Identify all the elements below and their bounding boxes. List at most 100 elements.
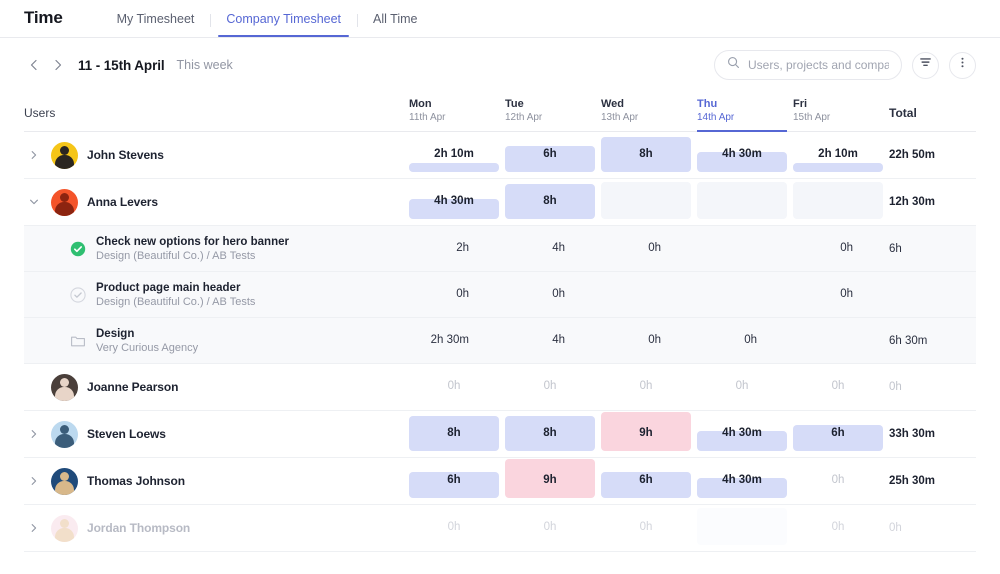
search-input[interactable] — [748, 58, 889, 72]
day-cell-tue[interactable]: 0h — [505, 364, 601, 410]
user-row[interactable]: Steven Loews8h8h9h4h 30m6h33h 30m — [24, 411, 976, 458]
day-cell-wed[interactable]: 0h — [601, 364, 697, 410]
filter-button[interactable] — [912, 52, 939, 79]
expand-row-chevron-icon[interactable] — [26, 428, 42, 440]
column-header-mon[interactable]: Mon11th Apr — [409, 97, 505, 131]
expand-row-chevron-icon[interactable] — [26, 522, 42, 534]
user-row[interactable]: Joanne Pearson0h0h0h0h0h0h — [24, 364, 976, 411]
day-cell-wed[interactable]: 0h — [601, 226, 697, 271]
hours-value: 0h — [601, 504, 697, 551]
user-cell[interactable]: Joanne Pearson — [24, 364, 409, 410]
tab-all-time[interactable]: All Time — [357, 12, 433, 37]
hours-value: 0h — [409, 504, 505, 551]
day-cell-fri[interactable]: 0h — [793, 458, 889, 504]
tab-my-timesheet[interactable]: My Timesheet — [101, 12, 211, 37]
day-cell-thu[interactable] — [697, 505, 793, 551]
column-header-tue[interactable]: Tue12th Apr — [505, 97, 601, 131]
day-cell-tue[interactable]: 8h — [505, 411, 601, 457]
check-circle-outline-icon[interactable] — [70, 287, 86, 303]
day-cell-mon[interactable]: 4h 30m — [409, 179, 505, 225]
day-cell-thu[interactable] — [697, 272, 793, 317]
user-row[interactable]: Thomas Johnson6h9h6h4h 30m0h25h 30m — [24, 458, 976, 505]
expand-row-chevron-icon[interactable] — [26, 475, 42, 487]
hours-value: 0h — [793, 271, 889, 317]
day-cell-wed[interactable]: 6h — [601, 458, 697, 504]
user-cell[interactable]: John Stevens — [24, 132, 409, 178]
avatar-body — [55, 155, 74, 169]
day-cell-mon[interactable]: 0h — [409, 505, 505, 551]
column-header-thu[interactable]: Thu14th Apr — [697, 97, 793, 131]
tab-company-timesheet[interactable]: Company Timesheet — [210, 12, 357, 37]
day-cell-fri[interactable]: 0h — [793, 364, 889, 410]
task-row[interactable]: Product page main headerDesign (Beautifu… — [24, 272, 976, 318]
day-cell-fri[interactable]: 0h — [793, 226, 889, 271]
day-cell-tue[interactable]: 4h — [505, 226, 601, 271]
user-cell[interactable]: Thomas Johnson — [24, 458, 409, 504]
task-cell[interactable]: Product page main headerDesign (Beautifu… — [24, 272, 409, 317]
hours-value: 6h — [409, 457, 505, 504]
user-cell[interactable]: Jordan Thompson — [24, 505, 409, 551]
day-cell-mon[interactable]: 2h 10m — [409, 132, 505, 178]
day-cell-wed[interactable]: 0h — [601, 505, 697, 551]
day-cell-mon[interactable]: 0h — [409, 364, 505, 410]
timesheet-table: UsersMon11th AprTue12th AprWed13th AprTh… — [0, 92, 1000, 552]
avatar — [51, 374, 78, 401]
search-box[interactable] — [714, 50, 902, 80]
column-header-wed[interactable]: Wed13th Apr — [601, 97, 697, 131]
day-cell-mon[interactable]: 6h — [409, 458, 505, 504]
next-week-button[interactable] — [48, 55, 68, 75]
day-cell-fri[interactable]: 2h 10m — [793, 132, 889, 178]
day-cell-tue[interactable]: 9h — [505, 458, 601, 504]
day-cell-wed[interactable] — [601, 272, 697, 317]
day-cell-thu[interactable]: 4h 30m — [697, 132, 793, 178]
day-cell-fri[interactable] — [793, 318, 889, 363]
check-circle-filled-icon[interactable] — [70, 241, 86, 257]
day-cell-tue[interactable]: 6h — [505, 132, 601, 178]
previous-week-button[interactable] — [24, 55, 44, 75]
day-cell-mon[interactable]: 2h 30m — [409, 318, 505, 363]
user-cell[interactable]: Steven Loews — [24, 411, 409, 457]
day-cell-thu[interactable]: 0h — [697, 364, 793, 410]
task-row[interactable]: DesignVery Curious Agency2h 30m4h0h0h6h … — [24, 318, 976, 364]
day-cell-thu[interactable] — [697, 226, 793, 271]
day-cell-wed[interactable] — [601, 179, 697, 225]
more-options-button[interactable] — [949, 52, 976, 79]
day-cell-thu[interactable]: 4h 30m — [697, 458, 793, 504]
task-cell[interactable]: DesignVery Curious Agency — [24, 318, 409, 363]
task-cell[interactable]: Check new options for hero banner Design … — [24, 226, 409, 271]
day-cell-tue[interactable]: 0h — [505, 505, 601, 551]
day-cell-tue[interactable]: 4h — [505, 318, 601, 363]
user-cell[interactable]: Anna Levers — [24, 179, 409, 225]
column-header-fri[interactable]: Fri15th Apr — [793, 97, 889, 131]
task-text: DesignVery Curious Agency — [96, 328, 198, 354]
user-row[interactable]: Anna Levers4h 30m8h12h 30m — [24, 179, 976, 226]
day-cell-tue[interactable]: 8h — [505, 179, 601, 225]
day-cell-fri[interactable]: 6h — [793, 411, 889, 457]
task-subtitle: Design (Beautiful Co.) / AB Tests — [96, 250, 289, 262]
hours-value: 8h — [409, 410, 505, 457]
day-cell-wed[interactable]: 9h — [601, 411, 697, 457]
day-cell-thu[interactable]: 0h — [697, 318, 793, 363]
day-cell-mon[interactable]: 8h — [409, 411, 505, 457]
hours-value: 2h 10m — [409, 131, 505, 178]
task-title: Design — [96, 328, 198, 340]
day-cell-fri[interactable]: 0h — [793, 272, 889, 317]
day-cell-mon[interactable]: 0h — [409, 272, 505, 317]
tab-list: My TimesheetCompany TimesheetAll Time — [101, 0, 434, 37]
day-cell-mon[interactable]: 2h — [409, 226, 505, 271]
collapse-row-chevron-icon[interactable] — [26, 196, 42, 208]
day-cell-fri[interactable] — [793, 179, 889, 225]
day-cell-wed[interactable]: 0h — [601, 318, 697, 363]
week-label: This week — [177, 58, 233, 72]
day-cell-fri[interactable]: 0h — [793, 505, 889, 551]
task-row[interactable]: Check new options for hero banner Design … — [24, 226, 976, 272]
expand-row-chevron-icon[interactable] — [26, 149, 42, 161]
day-cell-tue[interactable]: 0h — [505, 272, 601, 317]
user-row[interactable]: John Stevens2h 10m6h8h4h 30m2h 10m22h 50… — [24, 132, 976, 179]
day-cell-wed[interactable]: 8h — [601, 132, 697, 178]
day-cell-thu[interactable]: 4h 30m — [697, 411, 793, 457]
user-row[interactable]: Jordan Thompson0h0h0h0h0h — [24, 505, 976, 552]
date-and-search-bar: 11 - 15th April This week — [0, 38, 1000, 92]
day-cell-thu[interactable] — [697, 179, 793, 225]
task-title: Check new options for hero banner — [96, 236, 289, 248]
